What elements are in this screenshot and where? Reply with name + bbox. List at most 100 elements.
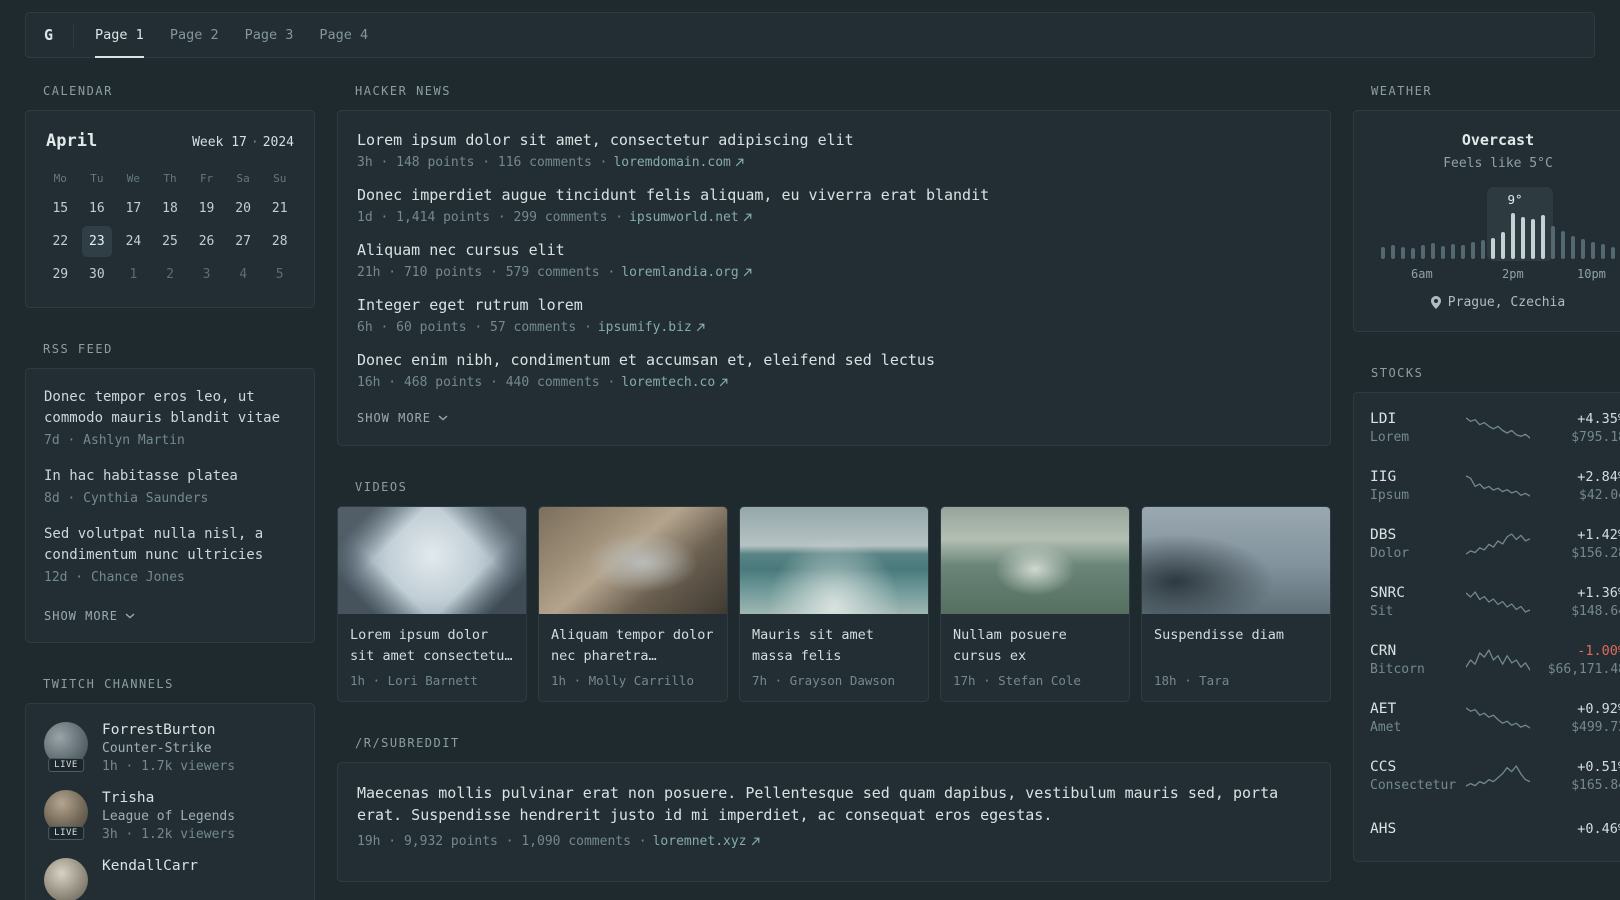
video-thumbnail[interactable] [539,507,727,614]
stock-values: +0.51% $165.84 [1546,759,1620,793]
weather-bar [1471,242,1475,259]
stock-change: +4.35% [1577,411,1620,427]
day-header: Th [163,172,177,185]
subreddit-post-text[interactable]: Maecenas mollis pulvinar erat non posuer… [357,782,1311,826]
stock-change: +2.84% [1577,469,1620,485]
chevron-down-icon [125,613,135,619]
twitch-channel-game: Counter-Strike [102,741,212,756]
hn-item-title[interactable]: Aliquam nec cursus elit [357,240,1311,261]
twitch-channel-name[interactable]: KendallCarr [102,858,198,874]
stock-ticker: DBS [1370,527,1397,543]
hn-item-title[interactable]: Donec imperdiet augue tincidunt felis al… [357,185,1311,206]
hn-item-domain-link[interactable]: loremdomain.com [613,155,744,170]
app-logo[interactable]: G [44,13,73,57]
video-thumbnail[interactable] [941,507,1129,614]
video-title[interactable]: Suspendisse diam [1154,625,1318,667]
stock-row[interactable]: SNRC Sit +1.36% $148.64 [1370,573,1620,631]
rss-show-more-button[interactable]: SHOW MORE [44,609,135,623]
separator-dot: · [250,135,259,150]
weather-bar [1461,245,1465,259]
stock-change: +0.51% [1577,759,1620,775]
stock-price: $148.64 [1571,604,1620,619]
video-meta: 7h · Grayson Dawson [752,673,895,688]
hn-item-domain-link[interactable]: loremtech.co [621,375,728,390]
stock-price: $66,171.48 [1547,662,1620,677]
twitch-channel-row[interactable]: LIVE ForrestBurton Counter-Strike 1h · 1… [44,722,296,774]
stock-values: +0.46% [1546,821,1620,840]
twitch-channel-row[interactable]: KendallCarr [44,858,296,900]
video-thumbnail[interactable] [338,507,526,614]
weather-bar [1541,215,1545,259]
video-thumbnail[interactable] [1142,507,1330,614]
hn-item-domain-link[interactable]: ipsumify.biz [598,320,705,335]
twitch-channel-row[interactable]: LIVE Trisha League of Legends 3h · 1.2k … [44,790,296,842]
stock-ticker: LDI [1370,411,1397,427]
stock-values: +0.92% $499.72 [1546,701,1620,735]
video-card[interactable]: Suspendisse diam 18h · Tara [1141,506,1331,702]
hn-item-title[interactable]: Integer eget rutrum lorem [357,295,1311,316]
stock-row[interactable]: AET Amet +0.92% $499.72 [1370,689,1620,747]
hn-item: Lorem ipsum dolor sit amet, consectetur … [357,130,1311,170]
video-body: Nullam posuere cursus ex 17h · Stefan Co… [941,614,1129,701]
stock-sparkline [1450,647,1546,673]
stock-id: SNRC Sit [1370,585,1450,619]
twitch-channel-name[interactable]: Trisha [102,790,235,806]
tab-page-4[interactable]: Page 4 [306,13,381,57]
weather-peak-temp: 9° [1507,192,1523,207]
tab-page-1[interactable]: Page 1 [82,13,157,58]
stock-name: Consectetur [1370,778,1457,793]
rss-item-title[interactable]: Donec tempor eros leo, ut commodo mauris… [44,387,296,429]
hn-item-title[interactable]: Donec enim nibh, condimentum et accumsan… [357,350,1311,371]
rss-item: In hac habitasse platea 8d · Cynthia Sau… [44,466,296,506]
video-card[interactable]: Mauris sit amet massa felis 7h · Grayson… [739,506,929,702]
video-title[interactable]: Aliquam tempor dolor nec pharetra… [551,625,715,667]
stock-values: +1.42% $156.28 [1546,527,1620,561]
video-title[interactable]: Mauris sit amet massa felis [752,625,916,667]
subreddit-card: Maecenas mollis pulvinar erat non posuer… [337,762,1331,882]
hn-show-more-button[interactable]: SHOW MORE [357,411,448,425]
external-link-icon [743,268,752,277]
video-thumbnail[interactable] [740,507,928,614]
stock-row[interactable]: LDI Lorem +4.35% $795.18 [1370,399,1620,457]
subreddit-domain-link[interactable]: loremnet.xyz [653,834,760,849]
video-title[interactable]: Lorem ipsum dolor sit amet consectetu… [350,625,514,667]
day-header: Tu [90,172,104,185]
video-card[interactable]: Nullam posuere cursus ex 17h · Stefan Co… [940,506,1130,702]
videos-widget: VIDEOS Lorem ipsum dolor sit amet consec… [337,480,1331,702]
stock-values: +4.35% $795.18 [1546,411,1620,445]
rss-item-title[interactable]: Sed volutpat nulla nisl, a condimentum n… [44,524,296,566]
twitch-widget-title: TWITCH CHANNELS [43,677,174,691]
video-card[interactable]: Aliquam tempor dolor nec pharetra… 1h · … [538,506,728,702]
stock-values: +2.84% $42.04 [1546,469,1620,503]
weather-bar [1611,247,1615,259]
video-title[interactable]: Nullam posuere cursus ex [953,625,1117,667]
stock-row[interactable]: AHS +0.46% [1370,805,1620,855]
stock-values: -1.00% $66,171.48 [1546,643,1620,677]
hn-item-domain-link[interactable]: loremlandia.org [621,265,752,280]
weather-widget-title: WEATHER [1371,84,1433,98]
hn-item-title[interactable]: Lorem ipsum dolor sit amet, consectetur … [357,130,1311,151]
calendar-date: 20 [235,201,251,216]
subreddit-domain: loremnet.xyz [652,834,747,849]
twitch-channel-name[interactable]: ForrestBurton [102,722,235,738]
video-card[interactable]: Lorem ipsum dolor sit amet consectetu… 1… [337,506,527,702]
tab-page-2[interactable]: Page 2 [157,13,232,57]
stock-row[interactable]: IIG Ipsum +2.84% $42.04 [1370,457,1620,515]
rss-item-meta: 12d · Chance Jones [44,570,185,585]
stock-price: $156.28 [1571,546,1620,561]
weather-time-label: 2pm [1502,267,1524,281]
rss-item-title[interactable]: In hac habitasse platea [44,466,296,487]
hn-item-domain-link[interactable]: ipsumworld.net [629,210,752,225]
calendar-week-year: Week 17 · 2024 [192,135,294,150]
stock-row[interactable]: CCS Consectetur +0.51% $165.84 [1370,747,1620,805]
tab-page-3[interactable]: Page 3 [232,13,307,57]
stock-row[interactable]: CRN Bitcorn -1.00% $66,171.48 [1370,631,1620,689]
calendar-card: April Week 17 · 2024 Mo Tu We Th Fr Sa Su … [25,110,315,308]
calendar-header: April Week 17 · 2024 [42,127,298,163]
rss-item: Sed volutpat nulla nisl, a condimentum n… [44,524,296,585]
hn-item-domain: loremlandia.org [621,265,739,280]
stock-row[interactable]: DBS Dolor +1.42% $156.28 [1370,515,1620,573]
video-body: Lorem ipsum dolor sit amet consectetu… 1… [338,614,526,701]
stock-ticker: IIG [1370,469,1397,485]
day-header: Mo [53,172,67,185]
